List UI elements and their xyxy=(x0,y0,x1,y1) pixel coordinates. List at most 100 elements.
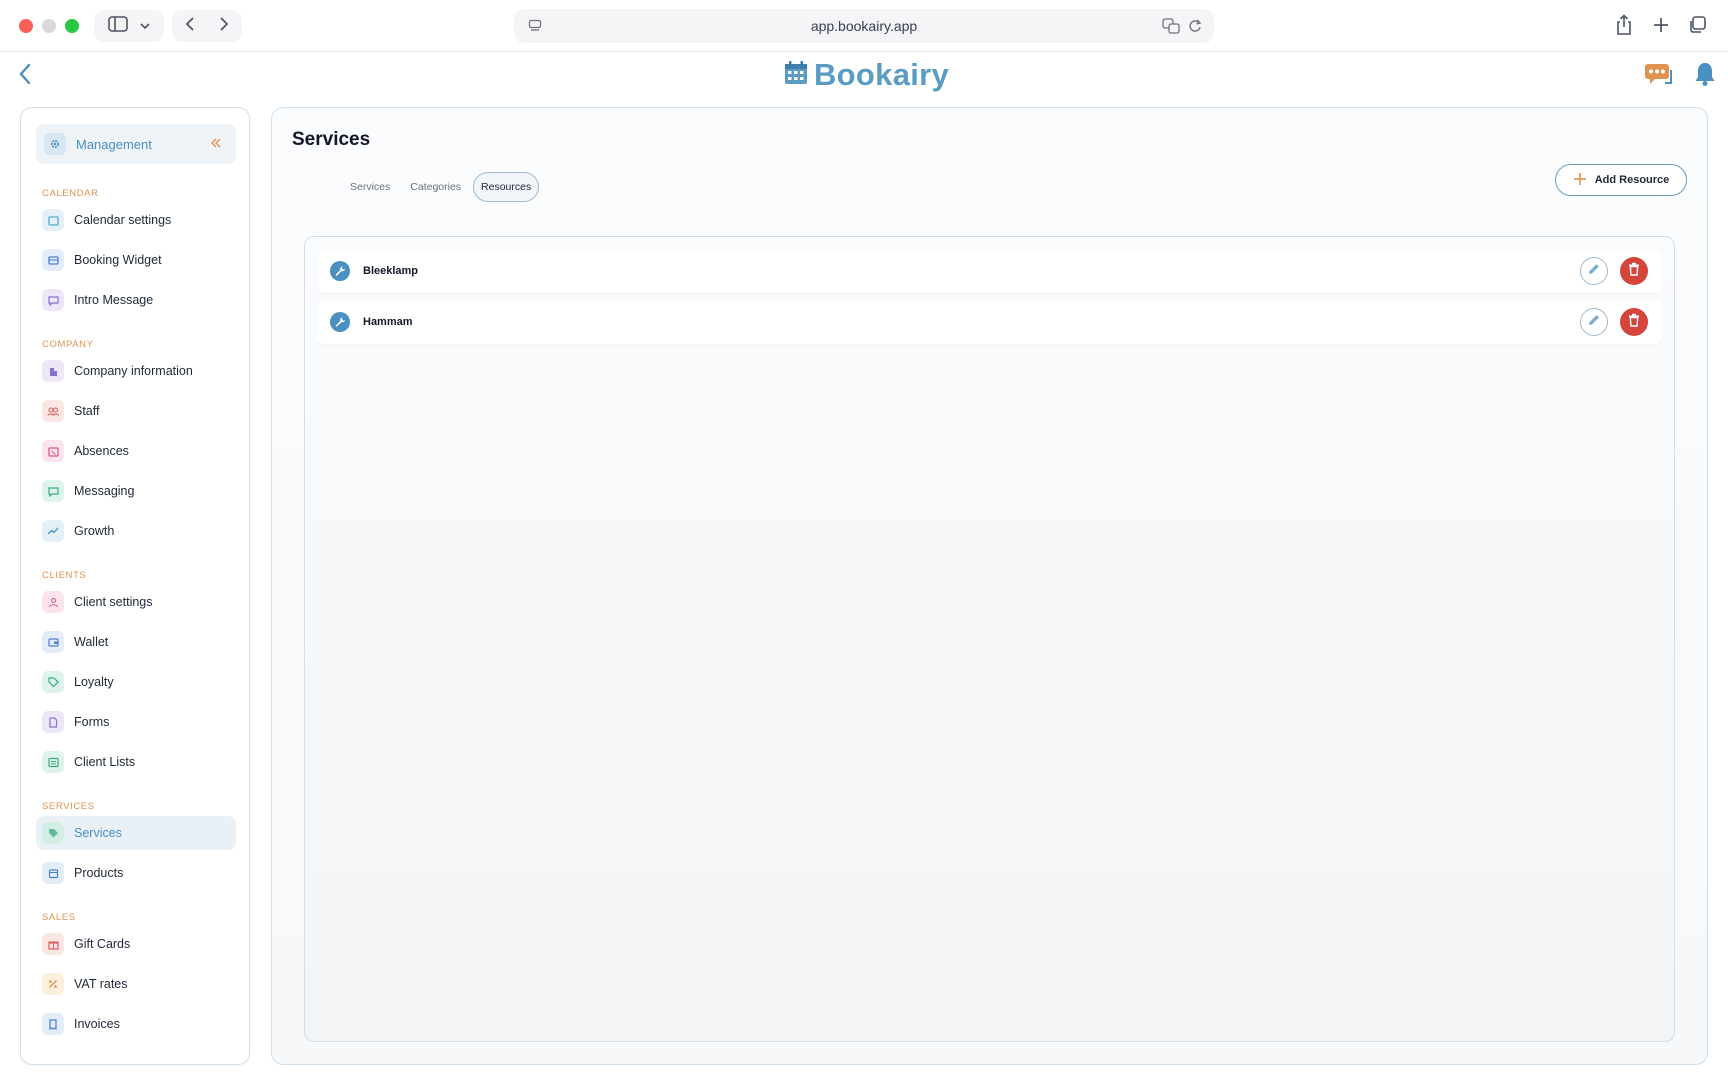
bell-icon[interactable] xyxy=(1694,61,1716,92)
tab-categories[interactable]: Categories xyxy=(402,173,469,201)
sidebar-item-label: Wallet xyxy=(74,635,109,649)
sidebar-item-label: Staff xyxy=(74,404,100,418)
back-nav-icon[interactable] xyxy=(185,16,195,37)
forward-nav-icon[interactable] xyxy=(219,16,229,37)
sidebar-item-growth[interactable]: Growth xyxy=(36,514,236,548)
section-calendar: CALENDAR xyxy=(42,188,99,199)
edit-button[interactable] xyxy=(1580,257,1608,285)
pencil-icon xyxy=(1587,262,1601,281)
sidebar-item-services[interactable]: Services xyxy=(36,816,236,850)
add-resource-button[interactable]: Add Resource xyxy=(1555,164,1687,196)
maximize-window-button[interactable] xyxy=(65,19,79,33)
pencil-icon xyxy=(1587,313,1601,332)
trending-up-icon xyxy=(42,520,64,542)
sidebar-item-intro-message[interactable]: Intro Message xyxy=(36,283,236,317)
trash-icon xyxy=(1628,262,1640,281)
receipt-icon xyxy=(42,1013,64,1035)
sidebar-item-label: Gift Cards xyxy=(74,937,131,951)
sidebar-toggle-button[interactable] xyxy=(94,10,164,42)
sidebar-item-label: Booking Widget xyxy=(74,253,162,267)
wrench-icon xyxy=(330,312,350,332)
sidebar-item-loyalty[interactable]: Loyalty xyxy=(36,665,236,699)
sidebar-item-label: Forms xyxy=(74,715,110,729)
sidebar-item-wallet[interactable]: Wallet xyxy=(36,625,236,659)
sidebar-item-booking-widget[interactable]: Booking Widget xyxy=(36,243,236,277)
sidebar-item-label: Absences xyxy=(74,444,129,458)
tab-bar: Services Categories Resources xyxy=(342,172,540,202)
page-title: Services xyxy=(292,129,371,150)
calendar-icon xyxy=(42,209,64,231)
sidebar-item-invoices[interactable]: Invoices xyxy=(36,1007,236,1041)
chevron-left-icon xyxy=(18,63,32,90)
gear-icon xyxy=(44,133,66,155)
sidebar-item-products[interactable]: Products xyxy=(36,856,236,890)
list-icon xyxy=(42,751,64,773)
tag-icon xyxy=(42,671,64,693)
sidebar-item-company-information[interactable]: Company information xyxy=(36,354,236,388)
wrench-icon xyxy=(330,261,350,281)
tab-services[interactable]: Services xyxy=(342,173,398,201)
add-resource-label: Add Resource xyxy=(1594,174,1670,186)
plus-icon xyxy=(1573,171,1587,189)
address-bar[interactable]: app.bookairy.app xyxy=(514,9,1214,43)
sidebar-item-gift-cards[interactable]: Gift Cards xyxy=(36,927,236,961)
management-header[interactable]: Management xyxy=(36,124,236,164)
logo-text: Bookairy xyxy=(814,57,950,92)
sidebar-item-label: Client Lists xyxy=(74,755,136,769)
calendar-off-icon xyxy=(42,440,64,462)
section-services: SERVICES xyxy=(42,801,95,812)
delete-button[interactable] xyxy=(1620,257,1648,285)
sidebar-item-messaging[interactable]: Messaging xyxy=(36,474,236,508)
sidebar-item-forms[interactable]: Forms xyxy=(36,705,236,739)
tab-resources[interactable]: Resources xyxy=(473,172,540,202)
sidebar-item-client-lists[interactable]: Client Lists xyxy=(36,745,236,779)
trash-icon xyxy=(1628,313,1640,332)
edit-button[interactable] xyxy=(1580,308,1608,336)
box-icon xyxy=(42,862,64,884)
back-button[interactable] xyxy=(18,62,40,90)
delete-button[interactable] xyxy=(1620,308,1648,336)
sidebar-item-vat-rates[interactable]: VAT rates xyxy=(36,967,236,1001)
tab-overview-icon[interactable] xyxy=(1688,16,1706,34)
sidebar-item-absences[interactable]: Absences xyxy=(36,434,236,468)
calendar-logo-icon xyxy=(784,60,808,91)
sidebar-item-label: Products xyxy=(74,866,124,880)
sidebar-item-label: Services xyxy=(74,826,122,840)
user-icon xyxy=(42,591,64,613)
chat-icon[interactable] xyxy=(1644,62,1674,93)
collapse-sidebar-icon[interactable] xyxy=(210,136,222,152)
list-item[interactable]: Hammam xyxy=(317,300,1662,344)
minimize-window-button[interactable] xyxy=(42,19,56,33)
wallet-icon xyxy=(42,631,64,653)
history-nav xyxy=(172,10,242,42)
app-logo[interactable]: Bookairy xyxy=(784,57,950,92)
sidebar-item-client-settings[interactable]: Client settings xyxy=(36,585,236,619)
sidebar-item-label: Calendar settings xyxy=(74,213,172,227)
widget-icon xyxy=(42,249,64,271)
sidebar-item-staff[interactable]: Staff xyxy=(36,394,236,428)
management-label: Management xyxy=(76,136,152,152)
list-item[interactable]: Bleeklamp xyxy=(317,249,1662,293)
users-icon xyxy=(42,400,64,422)
message-icon xyxy=(42,289,64,311)
translate-icon[interactable] xyxy=(1162,18,1180,34)
management-sidebar: Management CALENDAR Calendar settings Bo… xyxy=(20,107,250,1065)
document-icon xyxy=(42,711,64,733)
building-icon xyxy=(42,360,64,382)
share-icon[interactable] xyxy=(1616,14,1632,36)
sidebar-item-label: Client settings xyxy=(74,595,153,609)
sidebar-icon xyxy=(108,15,128,37)
sidebar-item-label: Company information xyxy=(74,364,193,378)
sidebar-item-label: Messaging xyxy=(74,484,135,498)
resource-list: Bleeklamp Hammam xyxy=(304,236,1675,1042)
resource-name: Hammam xyxy=(363,316,413,328)
percent-icon xyxy=(42,973,64,995)
sidebar-item-label: Growth xyxy=(74,524,115,538)
sidebar-item-label: Loyalty xyxy=(74,675,114,689)
sidebar-item-calendar-settings[interactable]: Calendar settings xyxy=(36,203,236,237)
new-tab-icon[interactable] xyxy=(1653,17,1669,33)
reload-icon[interactable] xyxy=(1188,18,1202,34)
gift-icon xyxy=(42,933,64,955)
close-window-button[interactable] xyxy=(19,19,33,33)
chat-bubble-icon xyxy=(42,480,64,502)
